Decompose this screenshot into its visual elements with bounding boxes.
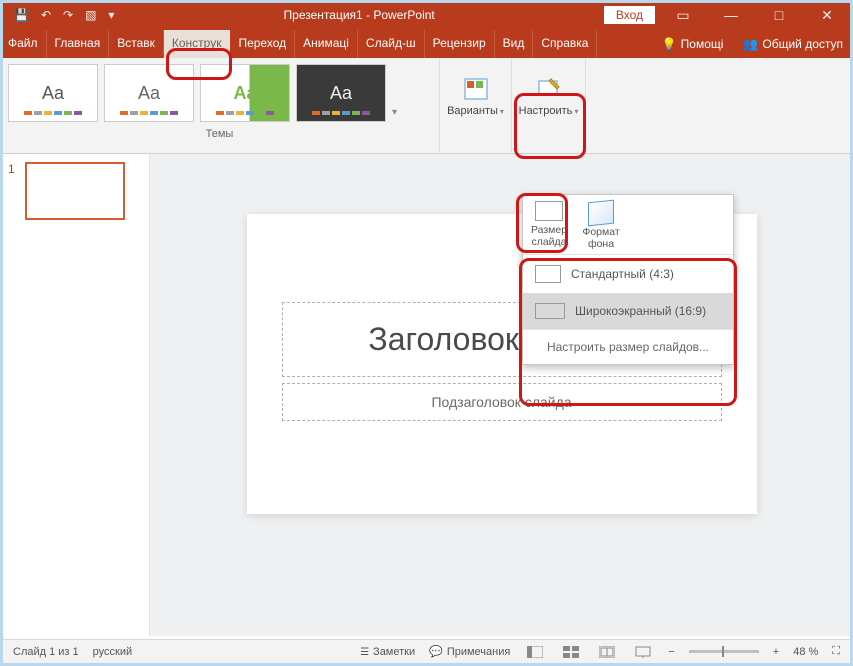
slide-counter: Слайд 1 из 1 — [13, 646, 79, 658]
reading-view-icon[interactable] — [596, 644, 618, 660]
qat-more-icon[interactable]: ▾ — [108, 8, 114, 22]
theme-thumb-1[interactable]: Aa — [8, 64, 98, 122]
variants-button[interactable]: Варианты — [440, 58, 511, 136]
format-background-icon — [588, 201, 614, 225]
slide-thumbnails-panel: 1 — [0, 154, 150, 636]
themes-group-label: Темы — [0, 124, 439, 146]
theme-thumb-3[interactable]: Aa — [200, 64, 290, 122]
theme-thumb-2[interactable]: Aa — [104, 64, 194, 122]
tab-view[interactable]: Вид — [495, 30, 534, 58]
sorter-view-icon[interactable] — [560, 644, 582, 660]
slide-number: 1 — [8, 162, 15, 176]
comments-button[interactable]: Примечания — [429, 645, 510, 658]
ratio-16-9-icon — [535, 303, 565, 319]
comments-icon — [429, 646, 447, 658]
close-icon[interactable]: ✕ — [807, 7, 847, 24]
customize-icon — [535, 77, 563, 101]
normal-view-icon[interactable] — [524, 644, 546, 660]
customize-dropdown: Размер слайда Формат фона Стандартный (4… — [522, 194, 734, 365]
window-title: Презентация1 - PowerPoint — [114, 8, 603, 22]
slide-thumb-1[interactable] — [25, 162, 125, 220]
ribbon-options-icon[interactable]: ▭ — [663, 7, 703, 24]
zoom-value[interactable]: 48 % — [793, 646, 818, 658]
maximize-icon[interactable]: □ — [759, 7, 799, 23]
share-button[interactable]: Общий доступ — [733, 30, 853, 58]
fit-to-window-icon[interactable]: ⛶ — [832, 645, 840, 658]
title-bar: 💾 ↶ ↷ ▧ ▾ Презентация1 - PowerPoint Вход… — [0, 0, 853, 30]
variants-icon — [462, 77, 490, 101]
themes-gallery[interactable]: Aa Aa Aa Aa ▾ — [0, 58, 439, 124]
tab-review[interactable]: Рецензир — [425, 30, 495, 58]
format-background-button[interactable]: Формат фона — [575, 195, 627, 254]
tellme-button[interactable]: Помощі — [652, 30, 734, 58]
signin-button[interactable]: Вход — [604, 6, 655, 24]
language-status[interactable]: русский — [93, 646, 132, 658]
tab-help[interactable]: Справка — [533, 30, 597, 58]
notes-icon — [360, 646, 373, 658]
ribbon: Aa Aa Aa Aa ▾ Темы Варианты — [0, 58, 853, 154]
tab-transitions[interactable]: Переход — [230, 30, 295, 58]
tab-file[interactable]: Файл — [0, 30, 47, 58]
slideshow-view-icon[interactable] — [632, 644, 654, 660]
subtitle-placeholder[interactable]: Подзаголовок слайда — [282, 383, 722, 421]
slide-size-icon — [535, 201, 563, 221]
slide-canvas: Заголовок слайда Подзаголовок слайда — [150, 154, 853, 636]
ratio-4-3-icon — [535, 265, 561, 283]
tab-insert[interactable]: Вставк — [109, 30, 164, 58]
share-icon — [743, 37, 758, 51]
size-standard-option[interactable]: Стандартный (4:3) — [523, 255, 733, 293]
size-widescreen-option[interactable]: Широкоэкранный (16:9) — [523, 293, 733, 329]
slide-size-button[interactable]: Размер слайда — [523, 195, 575, 254]
tab-animations[interactable]: Анимаці — [295, 30, 358, 58]
bulb-icon — [662, 37, 677, 51]
zoom-slider[interactable] — [689, 650, 759, 653]
tab-design[interactable]: Конструк — [164, 30, 231, 58]
tab-slideshow[interactable]: Слайд-ш — [358, 30, 425, 58]
customize-button[interactable]: Настроить — [512, 58, 585, 136]
save-icon[interactable]: 💾 — [14, 8, 29, 22]
zoom-in-icon[interactable]: + — [773, 646, 779, 658]
themes-more-icon[interactable]: ▾ — [392, 107, 397, 118]
undo-icon[interactable]: ↶ — [41, 8, 51, 22]
notes-button[interactable]: Заметки — [360, 646, 415, 658]
theme-thumb-4[interactable]: Aa — [296, 64, 386, 122]
custom-slide-size-option[interactable]: Настроить размер слайдов... — [523, 330, 733, 364]
status-bar: Слайд 1 из 1 русский Заметки Примечания … — [3, 639, 850, 663]
zoom-out-icon[interactable]: − — [668, 646, 674, 658]
minimize-icon[interactable]: — — [711, 7, 751, 23]
ribbon-tabs: Файл Главная Вставк Конструк Переход Ани… — [0, 30, 853, 58]
redo-icon[interactable]: ↷ — [63, 8, 73, 22]
start-slideshow-icon[interactable]: ▧ — [85, 8, 96, 22]
tab-home[interactable]: Главная — [47, 30, 110, 58]
